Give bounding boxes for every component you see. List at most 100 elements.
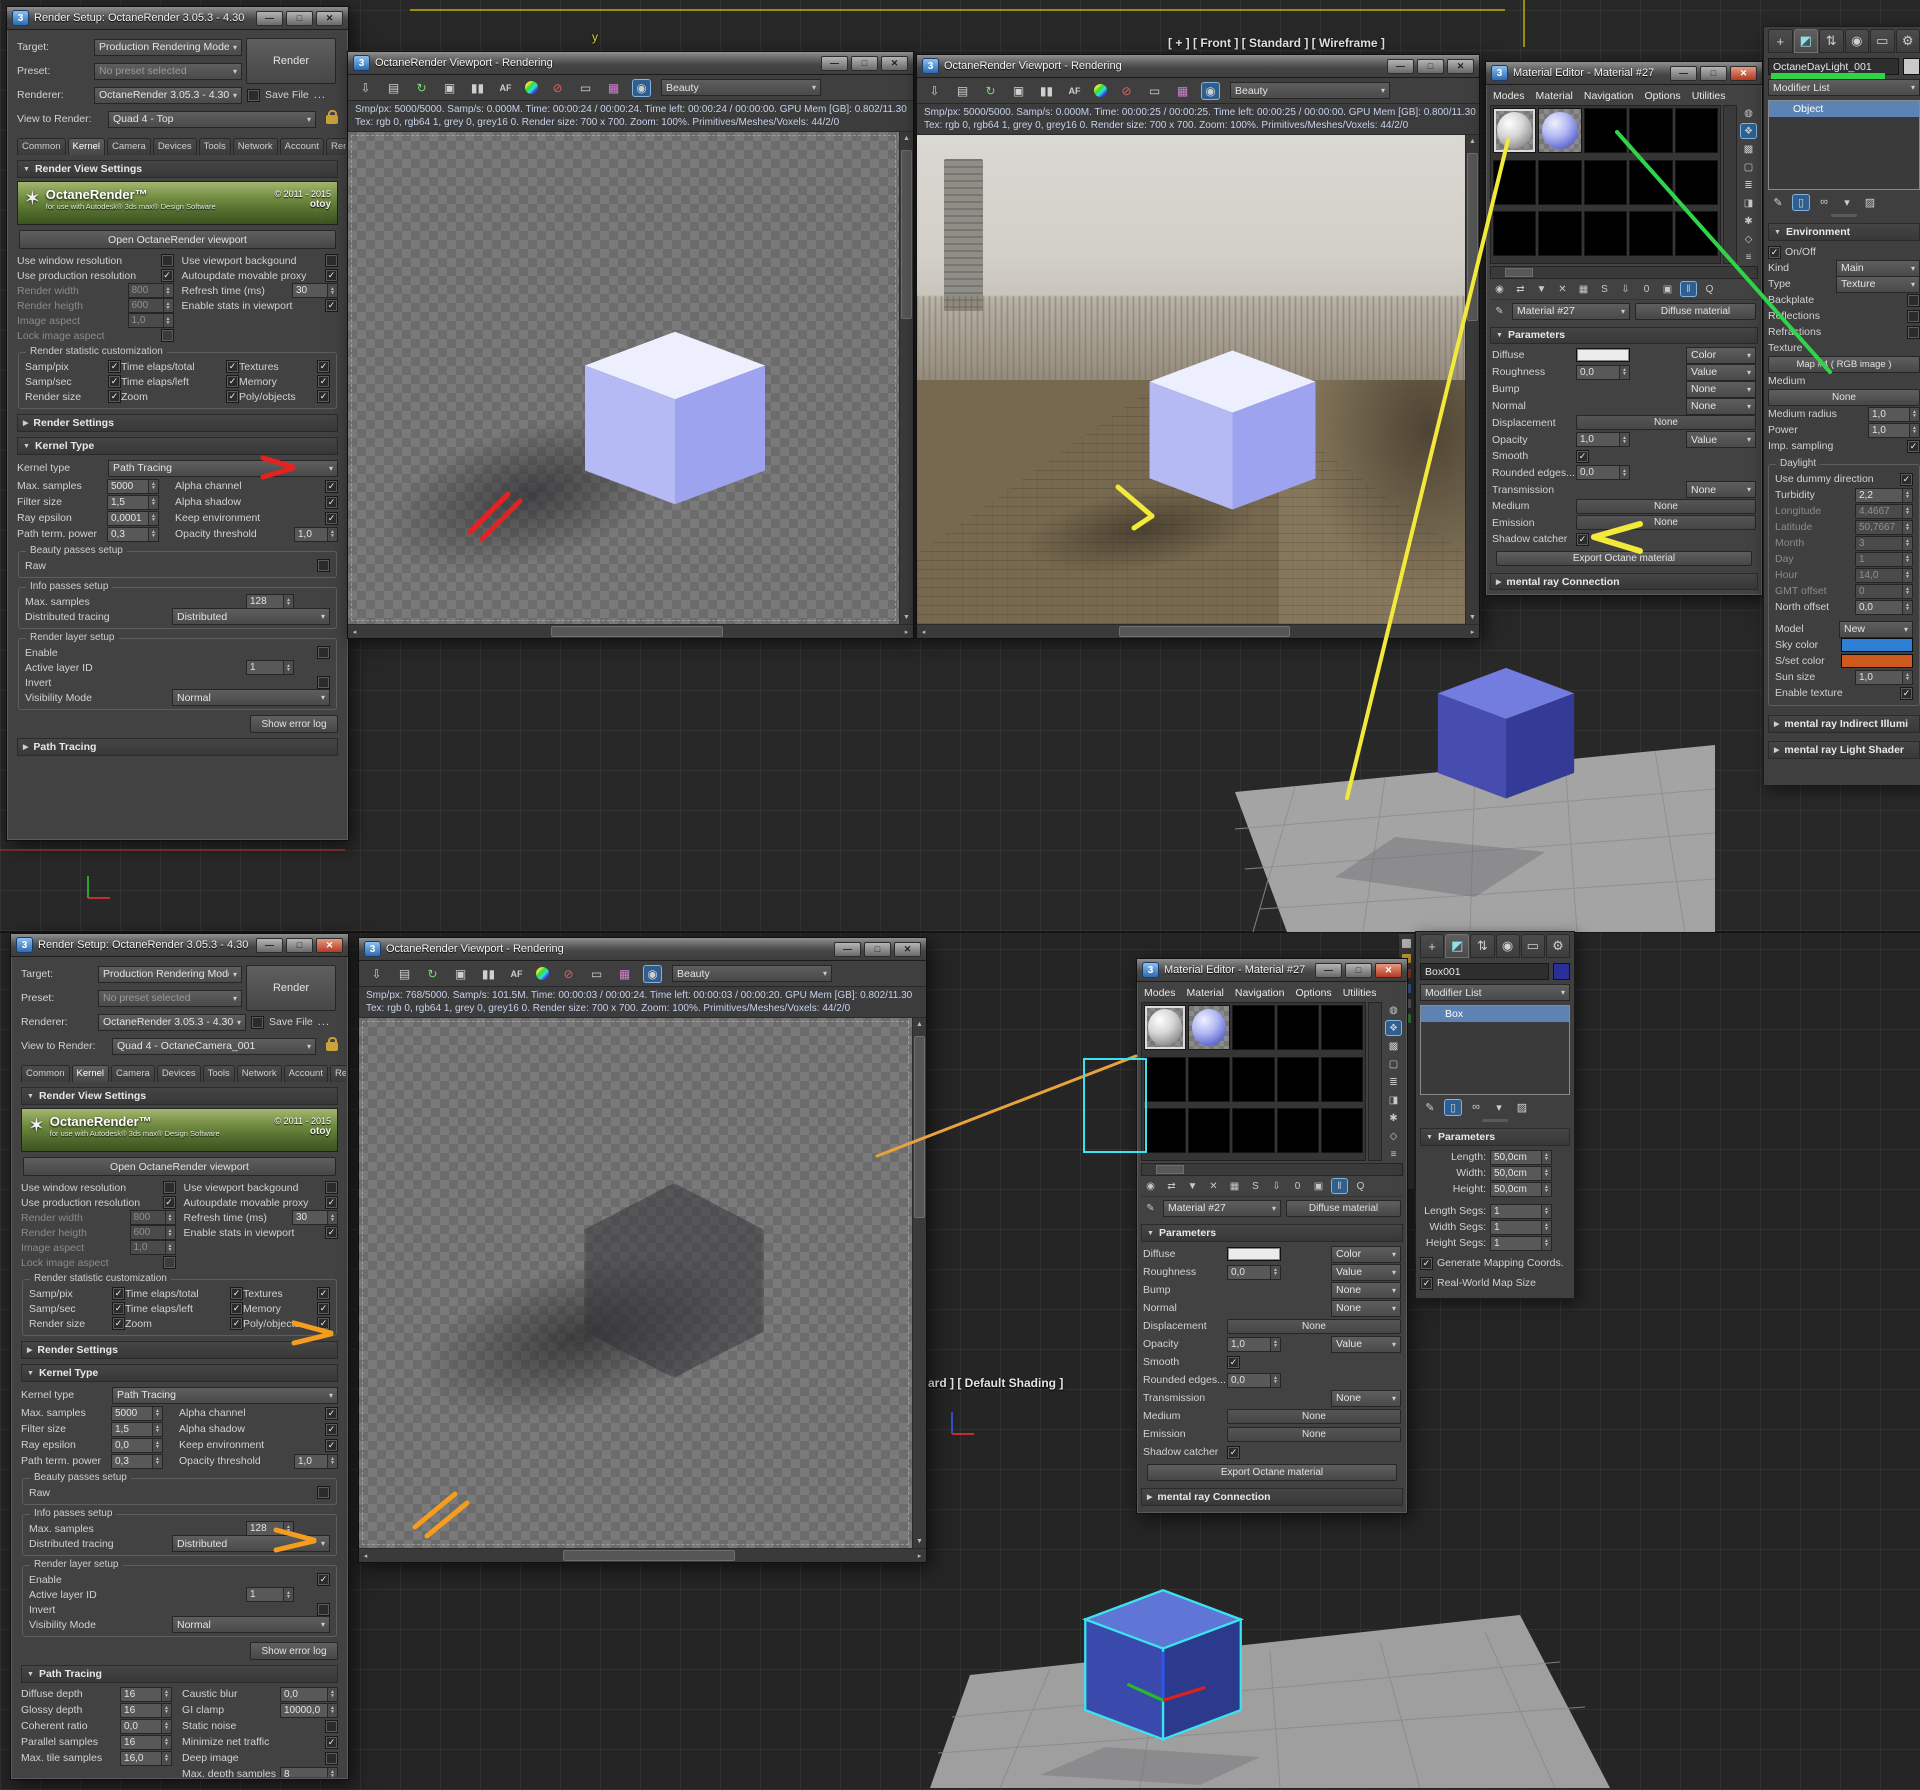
menu-modes[interactable]: Modes bbox=[1144, 987, 1176, 999]
menu-options[interactable]: Options bbox=[1645, 90, 1681, 102]
medium-radius-spinner[interactable]: 1,0▲▼ bbox=[1868, 407, 1920, 422]
minimize-button[interactable]: — bbox=[256, 11, 283, 26]
material-slot-9[interactable] bbox=[1629, 160, 1672, 205]
render-width-spinner[interactable]: 800▲▼ bbox=[128, 283, 174, 298]
max-samples-spinner[interactable]: 5000▲▼ bbox=[111, 1406, 163, 1421]
tab-kernel[interactable]: Kernel bbox=[68, 138, 105, 155]
delete-material-icon[interactable]: ✕ bbox=[1555, 282, 1570, 296]
render-canvas[interactable] bbox=[359, 1018, 912, 1548]
screen-capture-icon[interactable]: ▭ bbox=[1146, 83, 1163, 99]
vertical-scrollbar[interactable]: ▲▼ bbox=[899, 132, 913, 624]
put-material-icon[interactable]: ⇄ bbox=[1164, 1179, 1179, 1193]
height-segs-spinner[interactable]: 1▲▼ bbox=[1490, 1236, 1552, 1251]
path-term-power-spinner[interactable]: 0,3▲▼ bbox=[111, 1454, 163, 1469]
tab-devices[interactable]: Devices bbox=[157, 1065, 201, 1082]
stack-item-box[interactable]: Box bbox=[1421, 1006, 1569, 1022]
tab-tools[interactable]: Tools bbox=[203, 1065, 235, 1082]
material-slot-4[interactable] bbox=[1629, 108, 1672, 153]
view-to-render-dropdown[interactable]: Quad 4 - OctaneCamera_001▾ bbox=[112, 1038, 316, 1055]
pause-render-icon[interactable]: ▮▮ bbox=[1038, 83, 1055, 99]
menu-navigation[interactable]: Navigation bbox=[1584, 90, 1634, 102]
roughness-spinner[interactable]: 0,0▲▼ bbox=[1227, 1265, 1281, 1280]
close-button[interactable]: ✕ bbox=[1447, 59, 1474, 74]
configure-modifier-sets-icon[interactable]: ▨ bbox=[1514, 1100, 1530, 1115]
alpha-shadow-checkbox[interactable]: ✓ bbox=[325, 496, 338, 509]
layer-enable-checkbox[interactable] bbox=[317, 646, 330, 659]
refresh-time-ms-spinner[interactable]: 30▲▼ bbox=[292, 1210, 338, 1225]
modifier-list-dropdown[interactable]: Modifier List▾ bbox=[1420, 984, 1570, 1001]
object-color-swatch[interactable] bbox=[1553, 963, 1570, 980]
keep-environment-checkbox[interactable]: ✓ bbox=[325, 512, 338, 525]
motion-tab[interactable]: ◉ bbox=[1496, 934, 1520, 958]
max-samples-spinner[interactable]: 5000▲▼ bbox=[107, 479, 159, 494]
show-background-icon[interactable]: ‖ bbox=[1332, 1179, 1347, 1193]
show-error-log-button[interactable]: Show error log bbox=[250, 715, 338, 733]
clipboard-icon[interactable]: ▤ bbox=[954, 83, 971, 99]
go-to-parent-icon[interactable]: ▣ bbox=[1660, 282, 1675, 296]
screen-capture-icon[interactable]: ▭ bbox=[577, 80, 594, 96]
options-gear-icon[interactable]: ✱ bbox=[1741, 214, 1756, 228]
active-layer-id-spinner[interactable]: 1▲▼ bbox=[246, 660, 294, 675]
sample-type-icon[interactable]: ❖ bbox=[1741, 124, 1756, 138]
make-preview-icon[interactable]: S bbox=[1597, 282, 1612, 296]
opacity-mode-dropdown[interactable]: Value▾ bbox=[1331, 1336, 1401, 1353]
modify-tab[interactable]: ◩ bbox=[1445, 934, 1469, 958]
menu-modes[interactable]: Modes bbox=[1493, 90, 1525, 102]
zoom-checkbox[interactable]: ✓ bbox=[230, 1317, 243, 1330]
enable-texture-checkbox[interactable]: ✓ bbox=[1900, 687, 1913, 700]
hierarchy-tab[interactable]: ⇅ bbox=[1819, 29, 1844, 53]
material-slot-11[interactable] bbox=[1493, 211, 1536, 256]
material-slot-7[interactable] bbox=[1538, 160, 1581, 205]
export-octane-material-button[interactable]: Export Octane material bbox=[1496, 551, 1752, 567]
maximize-button[interactable]: □ bbox=[864, 942, 891, 957]
clipboard-icon[interactable]: ▤ bbox=[396, 966, 413, 982]
maximize-button[interactable]: □ bbox=[1345, 963, 1372, 978]
pin-stack-icon[interactable]: ✎ bbox=[1422, 1100, 1438, 1115]
material-map-navigator-icon[interactable]: ≡ bbox=[1386, 1147, 1401, 1161]
sky-color-swatch[interactable] bbox=[1841, 638, 1913, 652]
maximize-button[interactable]: □ bbox=[286, 11, 313, 26]
alpha-channel-checkbox[interactable]: ✓ bbox=[325, 1407, 338, 1420]
tab-camera[interactable]: Camera bbox=[111, 1065, 155, 1082]
tab-render-elements[interactable]: Render Elements bbox=[326, 138, 346, 155]
parameters-rollout[interactable]: ▼Parameters bbox=[1420, 1128, 1570, 1146]
material-slot-3[interactable] bbox=[1584, 108, 1627, 153]
deep-image-checkbox[interactable] bbox=[325, 1752, 338, 1765]
hierarchy-tab[interactable]: ⇅ bbox=[1470, 934, 1494, 958]
normal-mode-dropdown[interactable]: None▾ bbox=[1686, 398, 1756, 415]
save-file-checkbox[interactable] bbox=[247, 89, 260, 102]
info-max-samples-spinner[interactable]: 128▲▼ bbox=[246, 1521, 294, 1536]
titlebar[interactable]: 3 Render Setup: OctaneRender 3.05.3 - 4.… bbox=[11, 934, 348, 957]
save-material-icon[interactable]: ⇩ bbox=[1618, 282, 1633, 296]
renderer-dropdown[interactable]: OctaneRender 3.05.3 - 4.30▾ bbox=[94, 87, 242, 104]
render-canvas[interactable] bbox=[348, 132, 899, 624]
object-name-field[interactable]: OctaneDayLight_001 bbox=[1768, 58, 1899, 75]
textures-checkbox[interactable]: ✓ bbox=[317, 360, 330, 373]
get-material-icon[interactable]: ◉ bbox=[1143, 1179, 1158, 1193]
render-heigth-spinner[interactable]: 600▲▼ bbox=[130, 1225, 176, 1240]
material-slot-13[interactable] bbox=[1232, 1108, 1274, 1153]
make-unique-icon[interactable]: ∞ bbox=[1468, 1100, 1484, 1115]
length-segs-spinner[interactable]: 1▲▼ bbox=[1490, 1204, 1552, 1219]
show-end-result-icon[interactable]: ▯ bbox=[1445, 1100, 1461, 1115]
render-settings-rollout[interactable]: ▶Render Settings bbox=[21, 1341, 338, 1359]
view-to-render-dropdown[interactable]: Quad 4 - Top▾ bbox=[108, 111, 316, 128]
material-slot-6[interactable] bbox=[1493, 160, 1536, 205]
tab-devices[interactable]: Devices bbox=[153, 138, 197, 155]
material-name-dropdown[interactable]: Material #27▾ bbox=[1512, 303, 1630, 320]
diffuse-mode-dropdown[interactable]: Color▾ bbox=[1686, 347, 1756, 364]
time-elaps-total-checkbox[interactable]: ✓ bbox=[226, 360, 239, 373]
render-size-checkbox[interactable]: ✓ bbox=[108, 390, 121, 403]
save-material-icon[interactable]: ⇩ bbox=[1269, 1179, 1284, 1193]
static-noise-checkbox[interactable] bbox=[325, 1720, 338, 1733]
horizontal-scrollbar[interactable]: ◂▸ bbox=[348, 624, 913, 638]
refresh-render-icon[interactable]: ↻ bbox=[413, 80, 430, 96]
titlebar[interactable]: 3 OctaneRender Viewport - Rendering —□✕ bbox=[348, 52, 913, 75]
render-camera-icon[interactable]: ◉ bbox=[644, 966, 661, 982]
samp-pix-checkbox[interactable]: ✓ bbox=[112, 1287, 125, 1300]
path-tracing-rollout[interactable]: ▼Path Tracing bbox=[21, 1665, 338, 1683]
refresh-render-icon[interactable]: ↻ bbox=[982, 83, 999, 99]
render-pass-dropdown[interactable]: Beauty▾ bbox=[1230, 82, 1390, 99]
diffuse-color-swatch[interactable] bbox=[1576, 348, 1630, 362]
use-viewport-backgound-checkbox[interactable] bbox=[325, 1181, 338, 1194]
